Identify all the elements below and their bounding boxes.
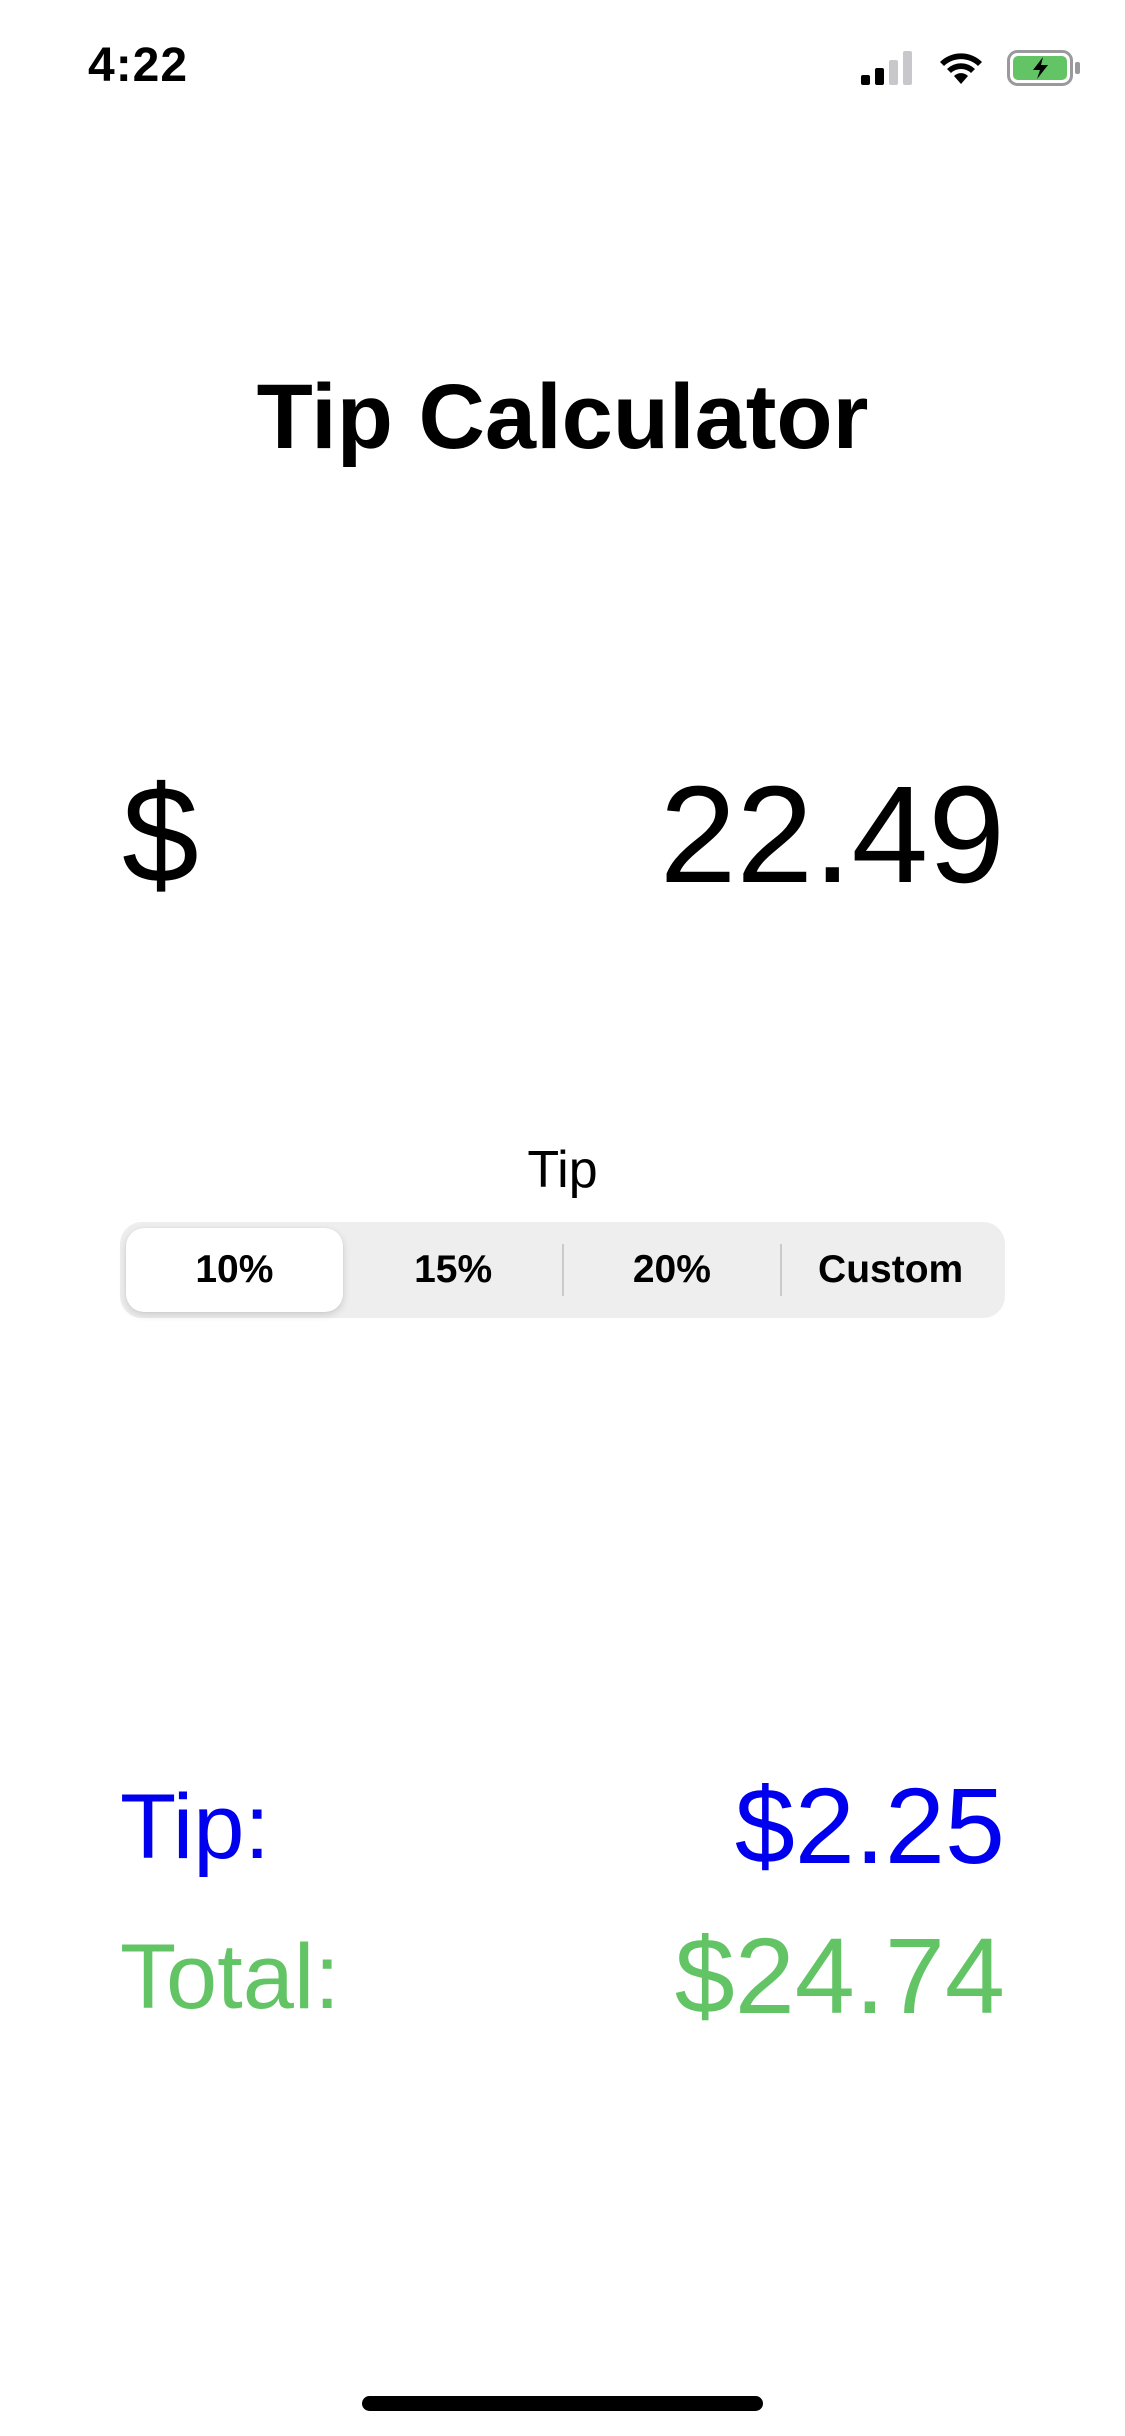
status-icons xyxy=(861,48,1081,88)
tip-percentage-segmented-control: 10% 15% 20% Custom xyxy=(120,1222,1005,1318)
tip-result-label: Tip: xyxy=(120,1776,270,1878)
total-result-label: Total: xyxy=(120,1926,340,2028)
home-indicator[interactable] xyxy=(362,2396,763,2411)
tip-calculator-screen: 4:22 Tip Calculator $ 22.49 Tip 10% 15% … xyxy=(0,0,1125,2436)
wifi-icon xyxy=(937,50,985,86)
bill-amount-input[interactable] xyxy=(360,755,1005,915)
page-title: Tip Calculator xyxy=(256,366,869,468)
tip-segment-10[interactable]: 10% xyxy=(126,1228,343,1312)
status-time: 4:22 xyxy=(88,39,189,92)
battery-charging-icon xyxy=(1007,50,1081,86)
tip-segment-20[interactable]: 20% xyxy=(564,1228,781,1312)
tip-result-value: $2.25 xyxy=(734,1765,1005,1886)
tip-label: Tip xyxy=(527,1141,598,1199)
tip-segment-15[interactable]: 15% xyxy=(345,1228,562,1312)
cellular-signal-icon xyxy=(861,51,915,85)
tip-segment-custom[interactable]: Custom xyxy=(782,1228,999,1312)
total-result-value: $24.74 xyxy=(674,1915,1005,2036)
currency-symbol: $ xyxy=(122,758,199,912)
status-bar: 4:22 xyxy=(0,0,1125,132)
